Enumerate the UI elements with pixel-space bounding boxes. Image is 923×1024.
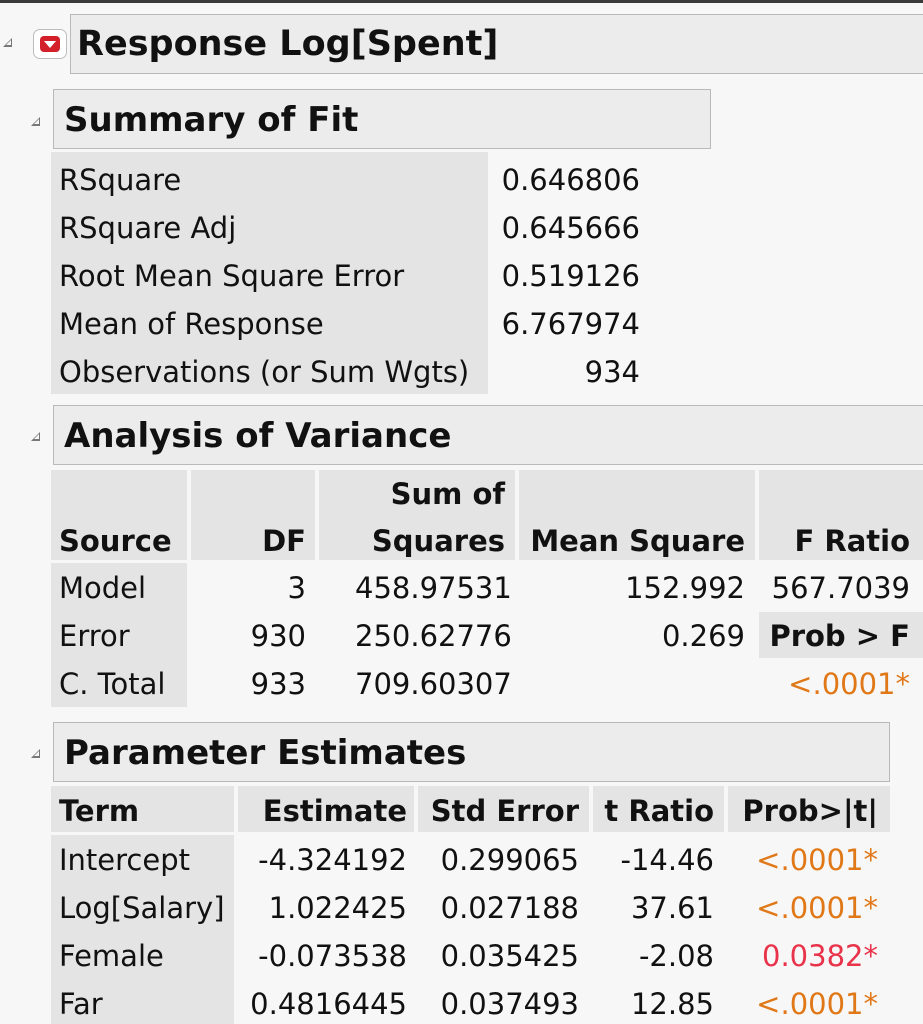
table-row-ss: 458.97531 [355, 571, 512, 605]
top-border [0, 0, 923, 3]
table-row-prob: 0.0382* [762, 939, 878, 973]
summary-of-fit-header: Summary of Fit [53, 89, 711, 149]
section-title: Parameter Estimates [64, 733, 467, 773]
table-row-ss: 709.60307 [355, 667, 512, 701]
table-row-df: 930 [250, 619, 306, 653]
table-row-stderr: 0.037493 [440, 987, 579, 1021]
table-row-estimate: -0.073538 [258, 939, 407, 973]
summary-label: Observations (or Sum Wgts) [59, 355, 470, 389]
col-header-stderr: Std Error [430, 794, 579, 828]
table-row-source: Model [59, 571, 147, 605]
table-row-prob: <.0001* [756, 987, 878, 1021]
table-row-stderr: 0.027188 [440, 891, 579, 925]
table-row-term: Female [59, 939, 164, 973]
col-header-tratio: t Ratio [604, 794, 714, 828]
f-ratio-value: 567.7039 [771, 571, 910, 605]
col-header-estimate: Estimate [262, 794, 407, 828]
col-header-ss-line1: Sum of [390, 477, 505, 511]
table-row-source: C. Total [59, 667, 166, 701]
col-header-ms: Mean Square [530, 524, 745, 558]
col-header-term: Term [59, 794, 140, 828]
table-row-stderr: 0.035425 [440, 939, 579, 973]
table-row-df: 933 [250, 667, 306, 701]
report-title: Response Log[Spent] [77, 24, 499, 64]
table-row-tratio: -14.46 [620, 843, 715, 877]
disclosure-triangle-icon[interactable] [3, 38, 12, 47]
table-row-term: Intercept [59, 843, 190, 877]
table-row-estimate: 0.4816445 [250, 987, 407, 1021]
col-header-f: F Ratio [794, 524, 910, 558]
table-row-term: Far [59, 987, 103, 1021]
table-row-tratio: -2.08 [638, 939, 714, 973]
table-row-source: Error [59, 619, 130, 653]
section-title: Analysis of Variance [64, 416, 452, 456]
table-row-ms: 0.269 [661, 619, 745, 653]
parameter-estimates-header: Parameter Estimates [53, 722, 890, 782]
disclosure-triangle-icon[interactable] [31, 749, 40, 758]
summary-value: 934 [584, 355, 640, 389]
table-row-ms: 152.992 [625, 571, 745, 605]
table-row-stderr: 0.299065 [440, 843, 579, 877]
summary-value: 0.646806 [501, 163, 640, 197]
summary-value: 0.645666 [501, 211, 640, 245]
col-header-prob: Prob>|t| [742, 794, 878, 828]
anova-header: Analysis of Variance [53, 405, 923, 465]
prob-f-value: <.0001* [788, 667, 910, 701]
summary-value: 0.519126 [501, 259, 640, 293]
summary-label: RSquare Adj [59, 211, 237, 245]
summary-label: RSquare [59, 163, 182, 197]
response-header: Response Log[Spent] [70, 14, 923, 74]
col-header-df: DF [262, 524, 306, 558]
table-row-term: Log[Salary] [59, 891, 225, 925]
table-row-ss: 250.62776 [355, 619, 512, 653]
summary-label: Root Mean Square Error [59, 259, 405, 293]
table-row-prob: <.0001* [756, 843, 878, 877]
summary-value: 6.767974 [501, 307, 640, 341]
summary-label: Mean of Response [59, 307, 324, 341]
table-row-prob: <.0001* [756, 891, 878, 925]
table-row-df: 3 [287, 571, 306, 605]
disclosure-triangle-icon[interactable] [31, 117, 40, 126]
table-row-estimate: 1.022425 [268, 891, 407, 925]
table-row-tratio: 12.85 [630, 987, 714, 1021]
red-triangle-menu-icon[interactable] [33, 29, 67, 59]
col-header-source: Source [59, 524, 172, 558]
prob-f-label: Prob > F [769, 619, 910, 653]
table-row-tratio: 37.61 [630, 891, 714, 925]
section-title: Summary of Fit [64, 100, 359, 140]
table-row-estimate: -4.324192 [258, 843, 407, 877]
disclosure-triangle-icon[interactable] [31, 432, 40, 441]
col-header-ss-line2: Squares [371, 524, 505, 558]
